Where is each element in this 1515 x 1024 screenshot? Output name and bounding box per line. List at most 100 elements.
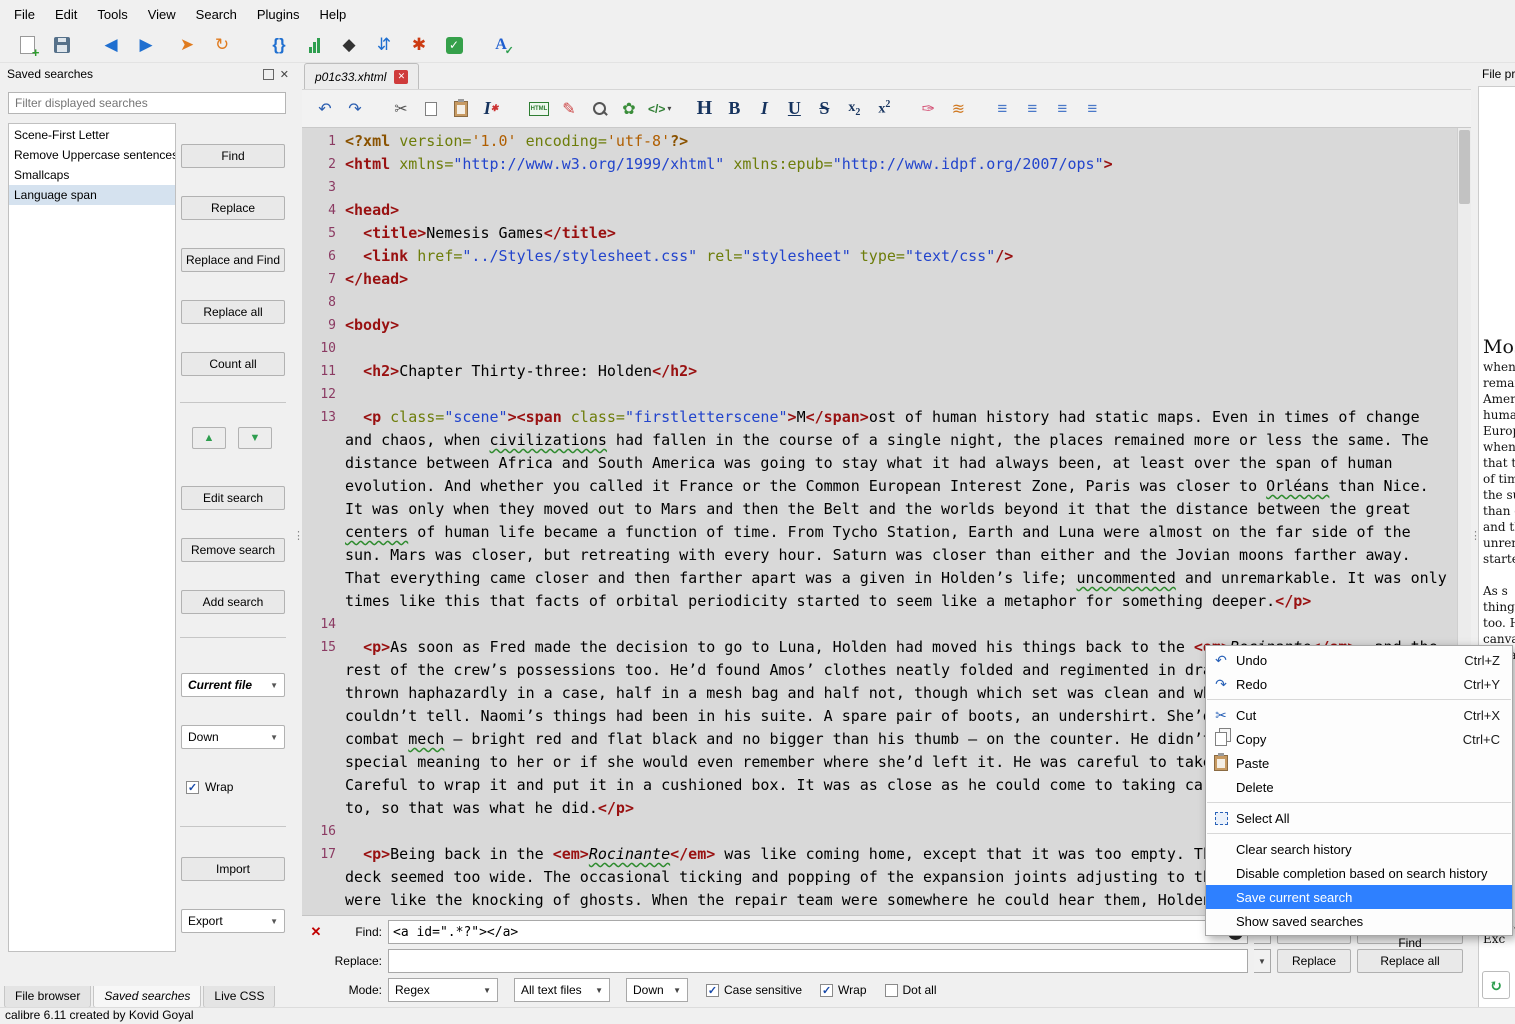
- left-panel-splitter[interactable]: ⋮: [293, 62, 304, 1008]
- embed-fonts-button[interactable]: {}: [266, 32, 292, 58]
- strikethrough-button[interactable]: S: [813, 96, 835, 122]
- undo-menu-item[interactable]: ↶ Undo Ctrl+Z: [1206, 648, 1512, 672]
- copy-menu-item[interactable]: Copy Ctrl+C: [1206, 727, 1512, 751]
- move-down-button[interactable]: ▼: [238, 427, 272, 449]
- replace-and-find-button[interactable]: Replace and Find: [181, 248, 285, 272]
- delete-menu-item[interactable]: Delete: [1206, 775, 1512, 799]
- align-right-button[interactable]: ≡: [1051, 96, 1073, 122]
- disable-completion-based-on-search-history-menu-item[interactable]: Disable completion based on search histo…: [1206, 861, 1512, 885]
- menu-edit[interactable]: Edit: [45, 2, 87, 27]
- search-scope-select[interactable]: Current file ▼: [181, 673, 285, 697]
- find-input[interactable]: [393, 924, 1228, 940]
- upgrade-book-button[interactable]: ✓: [441, 32, 467, 58]
- panel-tab-saved-searches[interactable]: Saved searches: [93, 986, 202, 1008]
- sync-preview-button[interactable]: ↻: [209, 32, 235, 58]
- menu-search[interactable]: Search: [186, 2, 247, 27]
- count-all-button[interactable]: Count all: [181, 352, 285, 376]
- clear-search-history-menu-item[interactable]: Clear search history: [1206, 837, 1512, 861]
- text-color-button[interactable]: ✎: [558, 96, 580, 122]
- saved-search-list[interactable]: Scene-First Letter Remove Uppercase sente…: [8, 123, 176, 952]
- cut-menu-item[interactable]: ✂ Cut Ctrl+X: [1206, 703, 1512, 727]
- export-button[interactable]: Export ▼: [181, 909, 285, 933]
- find-button[interactable]: Find: [181, 144, 285, 168]
- replace-input[interactable]: [393, 953, 1243, 969]
- paste-button[interactable]: [450, 96, 472, 122]
- special-character-button[interactable]: I ✱: [480, 96, 502, 122]
- insert-html-button[interactable]: HTML: [528, 96, 550, 122]
- findbar-replace-button[interactable]: Replace: [1277, 949, 1351, 973]
- filter-searches-input[interactable]: [8, 92, 286, 114]
- bold-button[interactable]: B: [723, 96, 745, 122]
- insert-tag-button[interactable]: </> ▾: [648, 96, 671, 122]
- findbar-replace-all-button[interactable]: Replace all: [1357, 949, 1463, 973]
- arrange-files-button[interactable]: ⇵: [371, 32, 397, 58]
- direction-select[interactable]: Down ▼: [626, 978, 688, 1002]
- refresh-preview-button[interactable]: ↻: [1482, 971, 1510, 999]
- undo-button[interactable]: ↶: [314, 96, 336, 122]
- search-direction-select[interactable]: Down ▼: [181, 725, 285, 749]
- case-sensitive-checkbox[interactable]: ✓ Case sensitive: [706, 983, 802, 997]
- scope-select[interactable]: All text files ▼: [514, 978, 610, 1002]
- panel-tab-live-css[interactable]: Live CSS: [203, 986, 276, 1008]
- scrollbar-thumb[interactable]: [1459, 130, 1470, 204]
- menu-file[interactable]: File: [4, 2, 45, 27]
- forward-button[interactable]: ▶: [133, 32, 159, 58]
- close-panel-icon[interactable]: ✕: [280, 68, 289, 81]
- import-button[interactable]: Import: [181, 857, 285, 881]
- align-center-button[interactable]: ≡: [1021, 96, 1043, 122]
- close-search-bar-button[interactable]: ✕: [308, 924, 324, 940]
- save-current-search-menu-item[interactable]: Save current search: [1206, 885, 1512, 909]
- heading-button[interactable]: H: [693, 96, 715, 122]
- saved-search-item[interactable]: Remove Uppercase sentences: [9, 145, 175, 165]
- spellcheck-button[interactable]: A ✓: [488, 32, 514, 58]
- refresh-icon: ↻: [1489, 975, 1503, 995]
- reports-button[interactable]: [301, 32, 327, 58]
- check-book-button[interactable]: ✱: [406, 32, 432, 58]
- cut-button[interactable]: ✂: [390, 96, 412, 122]
- wrap-checkbox-findbar[interactable]: ✓ Wrap: [820, 983, 867, 997]
- redo-menu-item[interactable]: ↷ Redo Ctrl+Y: [1206, 672, 1512, 696]
- back-button[interactable]: ◀: [98, 32, 124, 58]
- search-button[interactable]: [588, 96, 610, 122]
- subscript-button[interactable]: x2: [843, 96, 865, 122]
- replace-all-button[interactable]: Replace all: [181, 300, 285, 324]
- align-justify-button[interactable]: ≡: [1081, 96, 1103, 122]
- menu-plugins[interactable]: Plugins: [247, 2, 310, 27]
- remove-search-button[interactable]: Remove search: [181, 538, 285, 562]
- float-panel-icon[interactable]: [262, 68, 274, 80]
- menu-help[interactable]: Help: [310, 2, 357, 27]
- panel-tab-file-browser[interactable]: File browser: [4, 986, 92, 1008]
- go-to-line-button[interactable]: ➤: [174, 32, 200, 58]
- move-up-button[interactable]: ▲: [192, 427, 226, 449]
- find-label: Find:: [355, 925, 382, 939]
- format-color-button[interactable]: ✑: [917, 96, 939, 122]
- insert-link-button[interactable]: ✿: [618, 96, 640, 122]
- menu-view[interactable]: View: [138, 2, 186, 27]
- close-tab-icon[interactable]: ✕: [394, 69, 409, 84]
- edit-search-button[interactable]: Edit search: [181, 486, 285, 510]
- menu-tools[interactable]: Tools: [87, 2, 137, 27]
- new-file-button[interactable]: [14, 32, 40, 60]
- manage-tags-button[interactable]: ◆: [336, 32, 362, 58]
- italic-button[interactable]: I: [753, 96, 775, 122]
- wrap-checkbox[interactable]: ✓ Wrap: [186, 780, 233, 794]
- select-all-menu-item[interactable]: Select All: [1206, 806, 1512, 830]
- show-saved-searches-menu-item[interactable]: Show saved searches: [1206, 909, 1512, 933]
- save-button[interactable]: [49, 32, 75, 58]
- replace-button[interactable]: Replace: [181, 196, 285, 220]
- saved-search-item[interactable]: Language span: [9, 185, 175, 205]
- saved-search-item[interactable]: Scene-First Letter: [9, 125, 175, 145]
- copy-button[interactable]: [420, 96, 442, 122]
- add-search-button[interactable]: Add search: [181, 590, 285, 614]
- superscript-button[interactable]: x2: [873, 96, 895, 122]
- paste-menu-item[interactable]: Paste: [1206, 751, 1512, 775]
- underline-button[interactable]: U: [783, 96, 805, 122]
- redo-button[interactable]: ↷: [344, 96, 366, 122]
- tab-p01c33-xhtml[interactable]: p01c33.xhtml ✕: [304, 63, 420, 89]
- align-left-button[interactable]: ≡: [991, 96, 1013, 122]
- mode-select[interactable]: Regex ▼: [388, 978, 498, 1002]
- replace-history-dropdown[interactable]: ▼: [1254, 949, 1271, 973]
- dot-all-checkbox[interactable]: Dot all: [884, 983, 937, 997]
- saved-search-item[interactable]: Smallcaps: [9, 165, 175, 185]
- clean-markup-button[interactable]: ≋: [947, 96, 969, 122]
